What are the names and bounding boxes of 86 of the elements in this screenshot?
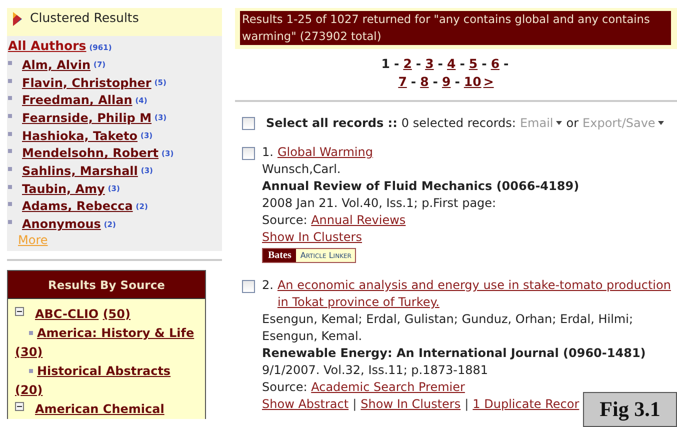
author-link[interactable]: Flavin, Christopher — [22, 76, 152, 90]
separator-text: - — [482, 56, 487, 71]
author-link[interactable]: Hashioka, Taketo — [22, 128, 138, 143]
separator-text: - — [416, 56, 422, 71]
selected-count: 0 selected records: — [401, 116, 516, 130]
bullet-icon — [8, 149, 12, 154]
author-link[interactable]: Mendelsohn, Robert — [22, 146, 159, 160]
source-label: Source: — [262, 213, 308, 227]
separator-text: - — [504, 56, 509, 71]
separator-text: - — [410, 74, 416, 89]
panel-title: Clustered Results — [30, 10, 139, 25]
source-link[interactable]: American Chemical — [35, 402, 164, 416]
collapse-icon[interactable] — [15, 402, 24, 411]
source-link[interactable]: Annual Reviews — [311, 213, 406, 227]
page-link[interactable]: 3 — [425, 56, 434, 71]
collapse-icon[interactable] — [15, 306, 24, 316]
author-link[interactable]: Freedman, Allan — [22, 93, 132, 108]
figure-label: Fig 3.1 — [583, 392, 677, 427]
record-authors: Esengun, Kemal; Erdal, Gulistan; Gunduz, Orhan; Erdal, Hilmi; Esengun, Kemal. — [262, 311, 634, 345]
action-link[interactable]: Show In Clusters — [360, 397, 461, 411]
source-link[interactable]: Academic Search Premier — [311, 380, 465, 394]
bullet-icon — [29, 368, 33, 373]
bullet-icon — [8, 60, 12, 65]
caret-icon — [658, 121, 664, 125]
source-label: Source: — [262, 380, 308, 394]
citation-text: 2008 Jan 21. Vol.40, Iss.1; p.First page: — [262, 195, 498, 212]
select-all-label: Select all records :: — [266, 116, 398, 130]
separator-text: - — [432, 74, 438, 89]
author-link[interactable]: Sahlins, Marshall — [22, 164, 138, 178]
results-summary: Results 1-25 of 1027 returned for "any contains global and any contains warming" (273902 total) — [240, 11, 671, 45]
record-authors: Wunsch,Carl. — [262, 161, 342, 178]
separator-text: | — [352, 397, 357, 411]
separator-text: | — [464, 397, 469, 411]
page-link[interactable]: 7 — [398, 74, 407, 89]
record-title-link[interactable]: An economic analysis and energy use in stake-tomato production in Tokat province of Turkey. — [277, 277, 672, 311]
or-text: or — [566, 116, 579, 130]
authors-link[interactable]: All Authors — [8, 38, 86, 53]
source-link[interactable]: America: History & Life — [37, 326, 194, 340]
separator-text: - — [460, 56, 465, 71]
action-link[interactable]: Show Abstract — [262, 397, 349, 411]
record-title-link[interactable]: Global Warming — [277, 144, 373, 161]
author-link[interactable]: Adams, Rebecca — [22, 199, 133, 214]
count-link[interactable]: (20) — [15, 382, 43, 397]
author-link[interactable]: Fearnside, Philip M — [22, 110, 152, 125]
bullet-icon — [8, 202, 12, 206]
bullet-icon — [8, 78, 12, 83]
bullet-icon — [8, 96, 12, 100]
action-link[interactable]: 1 Duplicate Recor — [472, 397, 580, 411]
page-link[interactable]: 1 — [381, 56, 390, 71]
source-link[interactable]: Historical Abstracts — [37, 364, 171, 378]
journal-title: Renewable Energy: An International Journal (0960-1481) — [262, 345, 647, 362]
page-link[interactable]: 6 — [490, 56, 500, 71]
separator-text: - — [394, 56, 400, 71]
panel-header: Results By Source — [8, 270, 205, 299]
logo-icon — [13, 12, 22, 26]
source-link[interactable]: ABC-CLIO — [35, 306, 99, 321]
page-link[interactable]: 4 — [447, 56, 456, 71]
separator-text: - — [454, 74, 460, 89]
action-link[interactable]: Show In Clusters — [262, 230, 362, 244]
author-link[interactable]: Alm, Alvin — [22, 58, 91, 72]
record-number: 2. — [262, 277, 274, 294]
separator-text: - — [438, 56, 443, 71]
checkbox[interactable] — [242, 116, 255, 130]
checkbox[interactable] — [242, 147, 255, 160]
author-link[interactable]: Anonymous — [22, 217, 101, 232]
bullet-icon — [8, 114, 12, 118]
next-link[interactable]: > — [483, 74, 494, 89]
checkbox[interactable] — [242, 280, 255, 293]
bullet-icon — [8, 132, 12, 136]
page-link[interactable]: 9 — [442, 74, 451, 89]
page-link[interactable]: 10 — [464, 74, 482, 89]
bullet-icon — [8, 184, 12, 189]
caret-icon — [556, 121, 562, 125]
citation-text: 9/1/2007. Vol.32, Iss.11; p.1873-1881 — [262, 362, 490, 379]
bullet-icon — [8, 166, 12, 171]
bullet-icon — [29, 330, 33, 335]
page-link[interactable]: 2 — [403, 56, 412, 71]
record-number: 1. — [262, 144, 274, 161]
count-link[interactable]: (50) — [102, 306, 130, 321]
author-link[interactable]: Taubin, Amy — [22, 182, 105, 196]
count-link[interactable]: (30) — [15, 344, 43, 359]
bullet-icon — [8, 220, 12, 224]
journal-title: Annual Review of Fluid Mechanics (0066-4189) — [262, 178, 580, 195]
article-linker-button[interactable]: Bates Article Linker — [262, 248, 356, 263]
page-link[interactable]: 8 — [420, 74, 429, 89]
page-link[interactable]: 5 — [468, 56, 478, 71]
